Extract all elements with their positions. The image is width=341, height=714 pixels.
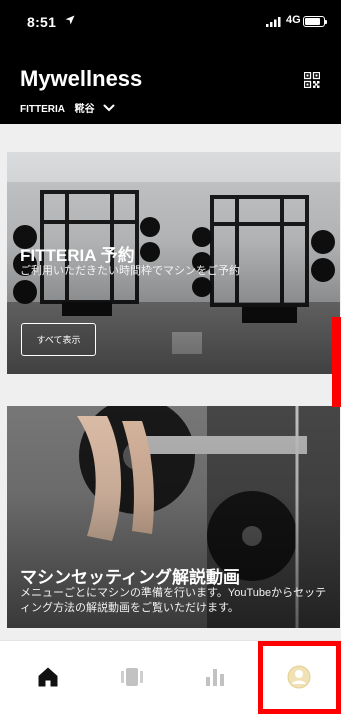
activity-icon bbox=[121, 668, 143, 686]
location-arrow-icon bbox=[65, 15, 75, 25]
status-bar: 8:51 4G bbox=[0, 0, 341, 44]
nav-home[interactable] bbox=[36, 665, 60, 689]
home-icon bbox=[38, 667, 58, 687]
machine-setting-card[interactable]: マシンセッティング解説動画 メニューごとにマシンの準備を行います。YouTube… bbox=[7, 406, 340, 628]
qr-code-icon[interactable] bbox=[304, 72, 320, 88]
stats-icon bbox=[206, 669, 224, 686]
card-title: マシンセッティング解説動画 bbox=[20, 568, 240, 587]
network-label: 4G bbox=[286, 14, 301, 26]
signal-icon bbox=[266, 17, 281, 27]
status-time: 8:51 bbox=[27, 14, 57, 30]
battery-icon bbox=[303, 16, 327, 27]
app-title: Mywellness bbox=[20, 66, 143, 91]
card-description: ご利用いただきたい時間枠でマシンをご予約 bbox=[20, 265, 240, 277]
card-title: FITTERIA 予約 bbox=[20, 246, 135, 265]
highlight-box bbox=[258, 641, 341, 714]
app-header: Mywellness FITTERIA 糀谷 bbox=[0, 44, 341, 124]
highlight-bar bbox=[332, 317, 341, 407]
show-all-button[interactable]: すべて表示 bbox=[21, 323, 96, 356]
facility-selector[interactable]: FITTERIA 糀谷 bbox=[20, 100, 115, 115]
facility-name: FITTERIA 糀谷 bbox=[20, 104, 95, 115]
card-description: メニューごとにマシンの準備を行います。YouTubeからセッティング方法の解説動… bbox=[20, 587, 327, 614]
app-screen: 8:51 4G Mywellness FITTERIA 糀谷 FITTERIA … bbox=[0, 0, 341, 714]
chevron-down-icon bbox=[103, 104, 115, 111]
reservation-card[interactable]: FITTERIA 予約 ご利用いただきたい時間枠でマシンをご予約 すべて表示 bbox=[7, 152, 340, 374]
nav-stats[interactable] bbox=[203, 665, 227, 689]
nav-activity[interactable] bbox=[120, 665, 144, 689]
